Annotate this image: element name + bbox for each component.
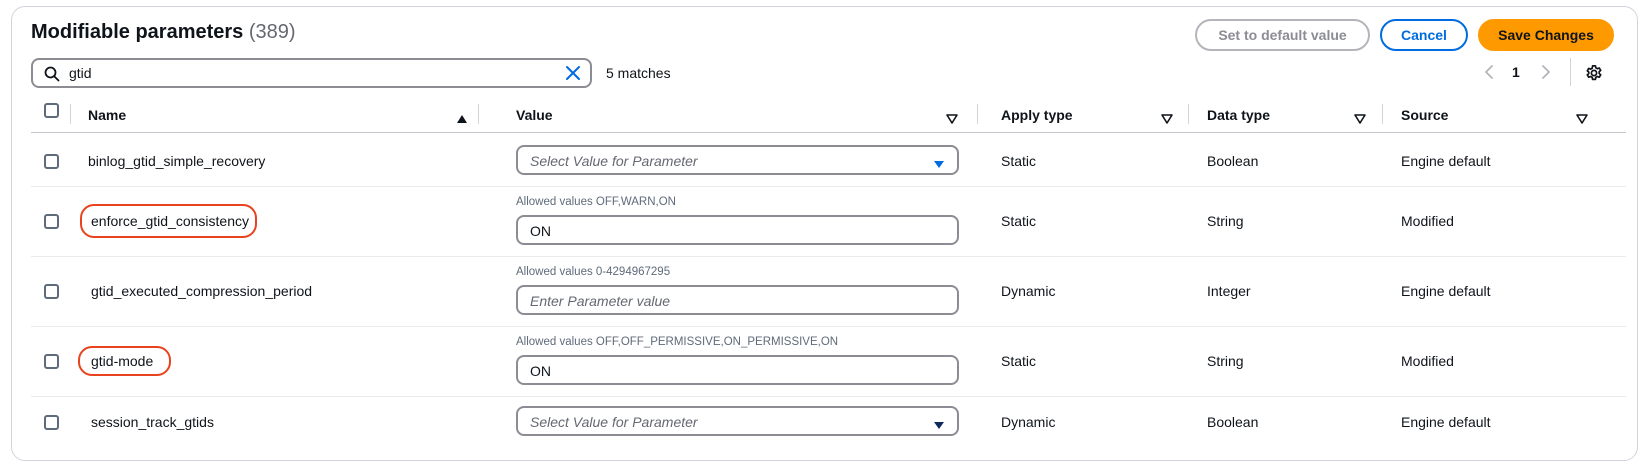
column-separator — [478, 104, 479, 124]
parameter-name: gtid_executed_compression_period — [91, 283, 313, 299]
column-separator — [1188, 104, 1189, 124]
header-divider — [31, 132, 1626, 133]
input-value: ON — [530, 223, 551, 239]
sort-icon[interactable] — [1576, 111, 1588, 127]
page-number[interactable]: 1 — [1512, 64, 1520, 80]
column-header-data-type[interactable]: Data type — [1207, 107, 1270, 123]
value-input[interactable]: Enter Parameter value — [516, 285, 959, 315]
row-checkbox[interactable] — [44, 354, 59, 369]
page-title: Modifiable parameters (389) — [31, 21, 296, 44]
parameter-name: gtid-mode — [91, 353, 154, 369]
title-text: Modifiable parameters — [31, 21, 244, 43]
set-default-button[interactable]: Set to default value — [1195, 19, 1370, 51]
select-placeholder: Select Value for Parameter — [530, 414, 698, 430]
apply-type: Static — [1001, 213, 1037, 229]
column-separator — [70, 104, 71, 124]
data-type: Boolean — [1207, 414, 1259, 430]
parameter-name: binlog_gtid_simple_recovery — [88, 153, 266, 169]
input-placeholder: Enter Parameter value — [530, 293, 671, 309]
column-header-source[interactable]: Source — [1401, 107, 1448, 123]
source: Engine default — [1401, 153, 1491, 169]
data-type: Boolean — [1207, 153, 1259, 169]
source: Engine default — [1401, 283, 1491, 299]
column-separator — [1382, 104, 1383, 124]
caret-down-icon — [933, 417, 945, 433]
value-select[interactable]: Select Value for Parameter — [516, 406, 959, 436]
parameter-count: (389) — [248, 21, 296, 43]
row-divider — [31, 326, 1626, 327]
column-header-value[interactable]: Value — [516, 107, 553, 123]
allowed-values: Allowed values OFF,WARN,ON — [516, 196, 676, 208]
sort-ascending-icon[interactable] — [456, 111, 468, 127]
value-input[interactable]: ON — [516, 215, 959, 245]
input-value: ON — [530, 363, 551, 379]
apply-type: Static — [1001, 153, 1037, 169]
source: Engine default — [1401, 414, 1491, 430]
search-icon — [44, 66, 60, 85]
row-divider — [31, 186, 1626, 187]
apply-type: Dynamic — [1001, 414, 1056, 430]
chevron-right-icon[interactable] — [1539, 64, 1551, 83]
allowed-values: Allowed values OFF,OFF_PERMISSIVE,ON_PER… — [516, 336, 839, 348]
sort-icon[interactable] — [1161, 111, 1173, 127]
search-value: gtid — [69, 65, 92, 81]
row-divider — [31, 256, 1626, 257]
allowed-values: Allowed values 0-4294967295 — [516, 266, 671, 278]
row-checkbox[interactable] — [44, 415, 59, 430]
sort-icon[interactable] — [1354, 111, 1366, 127]
select-placeholder: Select Value for Parameter — [530, 153, 698, 169]
apply-type: Static — [1001, 353, 1037, 369]
cancel-button[interactable]: Cancel — [1380, 19, 1468, 51]
column-header-apply-type[interactable]: Apply type — [1001, 107, 1073, 123]
data-type: Integer — [1207, 283, 1251, 299]
row-checkbox[interactable] — [44, 154, 59, 169]
parameter-name: session_track_gtids — [91, 414, 214, 430]
close-icon[interactable] — [565, 65, 581, 84]
sort-icon[interactable] — [946, 111, 958, 127]
pager-divider — [1570, 58, 1571, 86]
save-changes-button[interactable]: Save Changes — [1478, 19, 1614, 51]
select-all-checkbox[interactable] — [44, 103, 59, 118]
source: Modified — [1401, 213, 1454, 229]
row-checkbox[interactable] — [44, 214, 59, 229]
column-separator — [977, 104, 978, 124]
chevron-left-icon[interactable] — [1484, 64, 1496, 83]
caret-down-icon — [933, 156, 945, 172]
value-input[interactable]: ON — [516, 355, 959, 385]
source: Modified — [1401, 353, 1454, 369]
data-type: String — [1207, 353, 1244, 369]
parameter-name: enforce_gtid_consistency — [91, 213, 249, 229]
match-count: 5 matches — [606, 65, 671, 81]
gear-icon[interactable] — [1585, 64, 1603, 85]
row-divider — [31, 396, 1626, 397]
value-select[interactable]: Select Value for Parameter — [516, 145, 959, 175]
row-checkbox[interactable] — [44, 284, 59, 299]
column-header-name[interactable]: Name — [88, 107, 126, 123]
data-type: String — [1207, 213, 1244, 229]
search-input[interactable]: gtid — [31, 58, 592, 88]
apply-type: Dynamic — [1001, 283, 1056, 299]
